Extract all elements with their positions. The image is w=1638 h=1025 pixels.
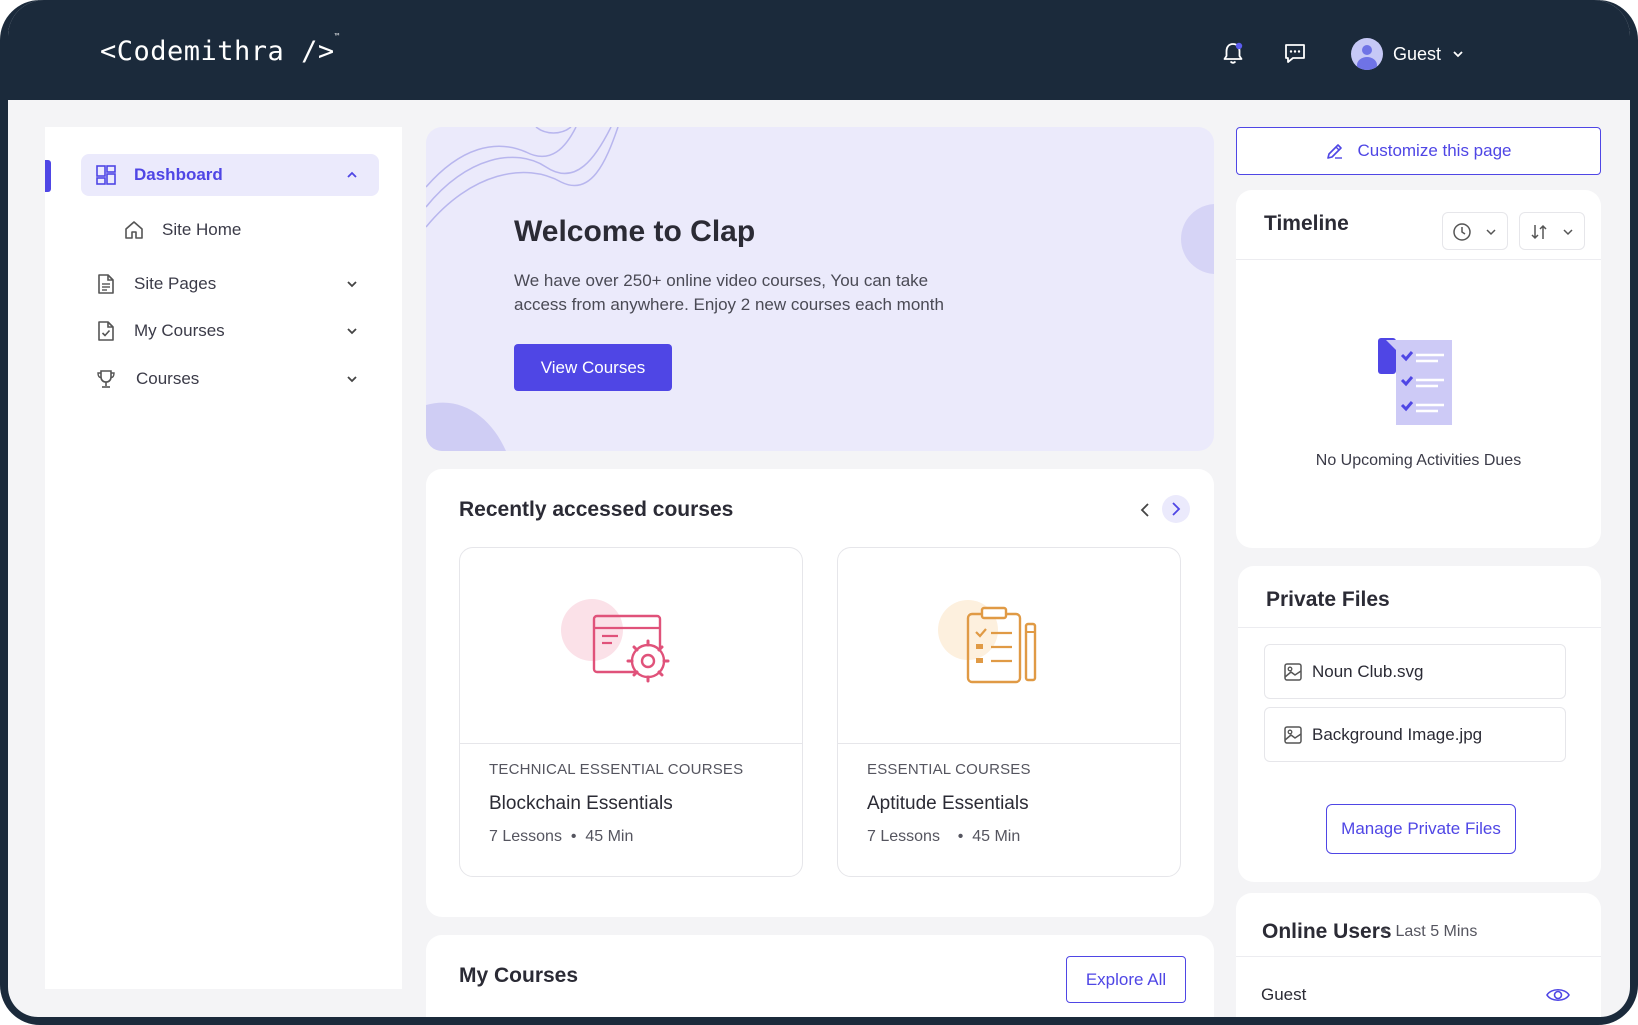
timeline-empty-message: No Upcoming Activities Dues [1315,452,1522,469]
course-meta: 7 Lessons • 45 Min [489,828,634,845]
course-name[interactable]: Blockchain Essentials [489,793,673,815]
view-courses-button[interactable]: View Courses [514,344,672,391]
section-title: Recently accessed courses [459,498,734,521]
course-card[interactable]: TECHNICAL ESSENTIAL COURSES Blockchain E… [459,547,803,877]
section-title: My Courses [459,964,579,987]
online-users-window: Last 5 Mins [1395,923,1478,940]
sidebar-item-label: Site Home [162,220,242,239]
active-indicator [45,160,51,192]
logo-trademark: ™ [334,32,340,41]
recent-courses-panel: Recently accessed courses TECHNICAL ESSE… [426,469,1214,917]
file-item[interactable]: Background Image.jpg [1264,707,1566,762]
chat-icon[interactable] [1282,40,1308,66]
hero-title: Welcome to Clap [514,215,756,248]
course-category: TECHNICAL ESSENTIAL COURSES [489,761,744,778]
online-users-title: Online Users [1262,920,1392,943]
sidebar-item-site-home[interactable]: Site Home [123,215,241,245]
sidebar-item-label: Dashboard [134,165,223,184]
chevron-right-icon [1172,502,1181,516]
explore-all-button[interactable]: Explore All [1066,956,1186,1003]
sidebar: Dashboard Site Home Site Pages My Course… [45,127,402,989]
clock-icon [1453,223,1471,241]
private-files-title: Private Files [1266,588,1390,611]
online-users-card: Online Users • Last 5 Mins Guest [1236,893,1601,1017]
course-illustration [460,548,802,744]
course-card[interactable]: ESSENTIAL COURSES Aptitude Essentials 7 … [837,547,1181,877]
chevron-down-icon [347,281,357,288]
welcome-banner: Welcome to Clap We have over 250+ online… [426,127,1214,451]
sidebar-item-my-courses[interactable]: My Courses [81,310,379,352]
app-screen: <Codemithra />™ Guest Dashboard Site Hom… [8,0,1630,1017]
course-meta: 7 Lessons • 45 Min [867,828,1021,845]
carousel-next-button[interactable] [1162,495,1190,523]
file-name: Background Image.jpg [1312,724,1483,744]
sidebar-item-label: My Courses [134,321,225,340]
chevron-up-icon [347,171,357,178]
course-illustration [838,548,1180,744]
device-frame: <Codemithra />™ Guest Dashboard Site Hom… [0,0,1638,1025]
image-file-icon [1284,726,1302,744]
document-icon [98,274,114,294]
my-courses-panel: My Courses Explore All [426,935,1214,1017]
chevron-down-icon [1453,51,1463,58]
pencil-icon [1327,144,1343,159]
user-name: Guest [1393,43,1442,64]
image-file-icon [1284,663,1302,681]
file-name: Noun Club.svg [1312,661,1424,681]
customize-page-button[interactable]: Customize this page [1236,127,1601,175]
user-menu[interactable]: Guest [1351,38,1465,70]
customize-label: Customize this page [1357,141,1512,160]
online-users-subtitle: • Last 5 Mins [1381,923,1478,940]
checklist-illustration-icon [1378,338,1452,425]
course-duration: 45 Min [972,828,1021,845]
logo[interactable]: <Codemithra />™ [100,32,340,67]
chevron-left-icon[interactable] [1132,497,1158,523]
sidebar-item-label: Site Pages [134,274,217,293]
manage-private-files-button[interactable]: Manage Private Files [1326,804,1516,854]
chevron-down-icon [347,376,357,383]
eye-icon[interactable] [1545,985,1571,1005]
chevron-down-icon [347,328,357,335]
sidebar-item-dashboard[interactable]: Dashboard [81,154,379,196]
avatar [1351,38,1383,70]
sidebar-item-courses[interactable]: Courses [81,358,379,400]
timeline-sort-dropdown[interactable] [1519,212,1585,250]
dashboard-icon [96,165,116,185]
course-lessons: 7 Lessons [867,828,940,845]
home-icon [125,221,143,239]
browser-settings-icon [561,599,670,683]
hero-description: We have over 250+ online video courses, … [514,271,944,314]
timeline-title: Timeline [1264,212,1349,235]
top-bar: <Codemithra />™ Guest [8,0,1630,100]
sidebar-item-site-pages[interactable]: Site Pages [81,263,379,305]
online-user-name[interactable]: Guest [1261,985,1306,1005]
file-item[interactable]: Noun Club.svg [1264,644,1566,699]
course-duration: 45 Min [585,828,634,845]
chevron-down-icon [1486,229,1496,236]
file-check-icon [98,321,114,341]
course-name[interactable]: Aptitude Essentials [867,793,1029,815]
course-lessons: 7 Lessons [489,828,562,845]
clipboard-checklist-icon [938,600,1037,684]
sort-icon [1531,224,1547,240]
sidebar-item-label: Courses [136,369,200,388]
course-category: ESSENTIAL COURSES [867,761,1031,778]
timeline-filter-dropdown[interactable] [1442,212,1508,250]
private-files-card: Private Files Noun Club.svg Background I… [1238,566,1601,882]
chevron-down-icon [1563,229,1573,236]
logo-text: <Codemithra /> [100,36,335,67]
trophy-icon [97,370,115,388]
bell-icon[interactable] [1220,40,1246,66]
timeline-card: Timeline No Upcoming Activities Dues [1236,190,1601,548]
